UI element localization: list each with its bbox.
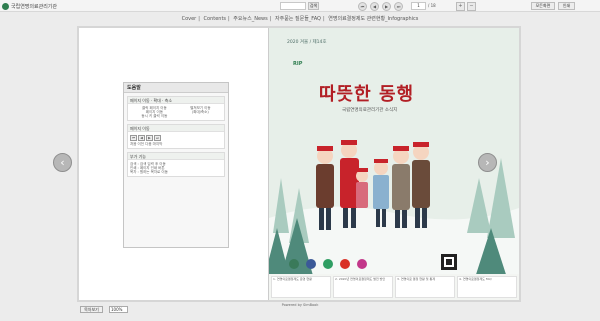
prev-icon: ◀ — [372, 4, 377, 9]
menu-item-infographics[interactable]: 연명의료결정제도 관련현황_Infographics — [328, 15, 418, 22]
cover-title: 따뜻한 동행 — [319, 84, 415, 105]
help-panel: 도움말 페이지 이동 · 확대 · 축소 클릭 페이지 이동 페이지 이동 동시… — [123, 82, 229, 248]
prev-page-arrow[interactable]: ‹ — [53, 153, 72, 172]
help-section-extra: 부가 기능 검색 : 검색 입력 후 이동 인쇄 : 페이지 인쇄 버튼 목차 … — [127, 152, 225, 177]
help-prev-icon: ◀ — [138, 135, 145, 141]
help-last-icon: ⏭ — [154, 135, 161, 141]
last-page-button[interactable]: ⏭ — [394, 2, 403, 11]
help-first-icon: ⏮ — [130, 135, 137, 141]
cover-strip-item[interactable]: 4. 연명의료결정제도 FAQ — [457, 276, 517, 298]
toc-button[interactable]: 목차보기 — [80, 306, 103, 313]
search-button[interactable]: 검색 — [308, 2, 319, 10]
help-extra-text: 검색 : 검색 입력 후 이동 인쇄 : 페이지 인쇄 버튼 목차 : 원하는 … — [130, 162, 168, 174]
cover-strip-item[interactable]: 1. 연명의료결정제도 운영 현황 — [271, 276, 331, 298]
cover-strip-item[interactable]: 2. 2020년 연명의료결정제도 발전 방안 — [333, 276, 393, 298]
last-icon: ⏭ — [396, 4, 401, 9]
help-next-icon: ▶ — [146, 135, 153, 141]
menu-item-faq[interactable]: 자주묻는 질문들_FAQ — [275, 15, 321, 22]
help-section-navigation: 페이지 이동 ⏮ ◀ ▶ ⏭ 처음 이전 다음 마지막 — [127, 124, 225, 149]
first-page-button[interactable]: ⏮ — [358, 2, 367, 11]
zoom-in-icon[interactable]: + — [456, 2, 465, 11]
next-page-button[interactable]: ▶ — [382, 2, 391, 11]
print-button[interactable]: 인쇄 — [558, 2, 575, 10]
first-icon: ⏮ — [360, 4, 365, 9]
menu-item-cover[interactable]: Cover — [182, 16, 197, 22]
brand-text: 국립연명의료관리기관 — [11, 3, 58, 10]
help-nav-labels: 처음 이전 다음 마지막 — [130, 142, 163, 146]
menu-item-contents[interactable]: Contents — [204, 16, 227, 22]
brand: 국립연명의료관리기관 — [2, 1, 57, 11]
help-section-zoom: 페이지 이동 · 확대 · 축소 클릭 페이지 이동 페이지 이동 동시 키 클… — [127, 96, 225, 121]
cover-strip-item[interactable]: 3. 연명의료 결정 현황 및 통계 — [395, 276, 455, 298]
brand-logo-icon — [2, 2, 9, 10]
help-section-heading: 페이지 이동 · 확대 · 축소 — [128, 97, 224, 104]
help-section-heading: 페이지 이동 — [128, 125, 224, 132]
cover-subtitle: 국립연명의료관리기관 소식지 — [342, 108, 398, 113]
zoom-out-icon[interactable]: − — [467, 2, 476, 11]
prev-page-button[interactable]: ◀ — [370, 2, 379, 11]
help-spread-text: 펼쳐보기 이동 (확대/축소) — [190, 106, 211, 114]
top-menu: Cover | Contents | 주요뉴스_News | 자주묻는 질문들_FAQ… — [181, 15, 419, 22]
page-number-input[interactable]: 1 — [411, 2, 426, 10]
chevron-left-icon: ‹ — [60, 156, 65, 169]
help-title: 도움말 — [124, 83, 228, 93]
full-screen-button[interactable]: 모든화면 — [531, 2, 555, 10]
next-page-arrow[interactable]: › — [478, 153, 497, 172]
cover-logo: RIP — [293, 61, 303, 67]
search-input[interactable] — [280, 2, 306, 10]
menu-item-news[interactable]: 주요뉴스_News — [233, 15, 267, 22]
cover-contents-strip: 1. 연명의료결정제도 운영 현황 2. 2020년 연명의료결정제도 발전 방… — [269, 274, 519, 300]
toolbar: 국립연명의료관리기관 검색 ⏮ ◀ ▶ ⏭ 1 / 18 + − 모든화면 인쇄 — [0, 0, 600, 12]
zoom-select[interactable]: 100% — [109, 306, 128, 313]
next-icon: ▶ — [384, 4, 389, 9]
cover-issue: 2020 겨울 / 제14호 — [287, 40, 327, 45]
help-section-heading: 부가 기능 — [128, 153, 224, 160]
chevron-right-icon: › — [485, 156, 490, 169]
page-total: / 18 — [428, 3, 436, 8]
help-click-move-text: 클릭 페이지 이동 페이지 이동 동시 키 클릭 이동 — [141, 106, 168, 118]
